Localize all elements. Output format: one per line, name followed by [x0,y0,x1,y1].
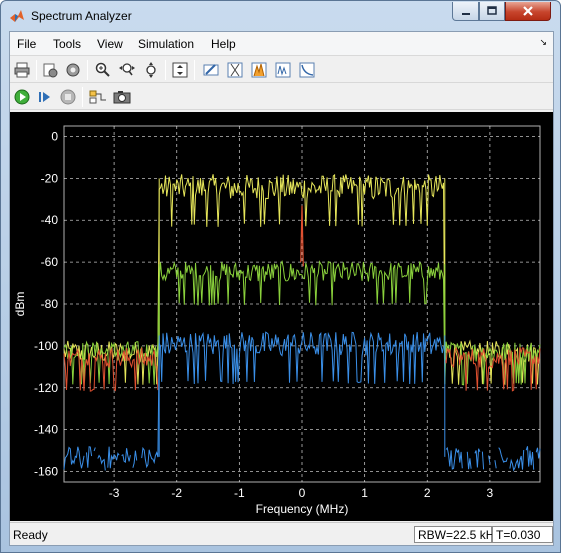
cursor-measurements-icon [227,62,243,78]
configure-properties-button[interactable] [40,60,60,80]
y-tick-label: 0 [51,129,58,143]
status-bar: Ready RBW=22.5 kHz T=0.030 [10,522,553,545]
x-tick-label: 0 [299,486,306,500]
y-tick-label: -120 [34,381,58,395]
y-tick-label: -160 [34,465,58,479]
toolbar-main [10,57,553,83]
spectrum-chart[interactable]: -3 -2 -1 0 1 2 30-20-40-60-80-100-120-140-160 … [10,112,553,521]
grid [64,126,540,482]
measurements-icon [203,64,219,76]
peak-finder-button[interactable] [249,60,269,80]
highlight-block-button[interactable] [88,87,108,107]
toolbar-simulation [10,84,553,110]
tick-labels: -3 -2 -1 0 1 2 3 0 -20 -40 -60 -80 -100 -120 -140 -160 [34,129,494,500]
zoom-in-button[interactable] [93,60,113,80]
y-tick-label: -80 [41,297,59,311]
y-tick-label: -140 [34,423,58,437]
ccdf-icon [299,62,315,78]
print-button[interactable] [12,60,32,80]
stop-icon [60,89,76,105]
x-tick-label: 3 [487,486,494,500]
measurements-button[interactable] [201,60,221,80]
traces [63,173,541,472]
close-icon [523,6,533,16]
x-tick-label: -1 [234,486,245,500]
menu-simulation[interactable]: Simulation [138,37,194,51]
spectrum-analyzer-window: Spectrum Analyzer File Tools View Simula… [0,0,561,553]
rbw-readout: RBW=22.5 kHz [414,526,500,543]
settings-button[interactable] [63,60,83,80]
peak-finder-icon [251,62,267,78]
zoom-y-button[interactable] [141,60,161,80]
ccdf-button[interactable] [297,60,317,80]
snapshot-button[interactable] [112,87,132,107]
maximize-button[interactable] [479,2,505,21]
distortion-button[interactable] [273,60,293,80]
title-bar[interactable]: Spectrum Analyzer [1,1,560,31]
close-button[interactable] [505,2,551,21]
dock-arrow-icon[interactable]: ↘ [539,37,547,48]
menu-bar: File Tools View Simulation Help ↘ [10,32,553,56]
print-icon [14,62,30,78]
y-axis-label: dBm [13,292,27,317]
zoom-x-icon [119,63,135,76]
autoscale-icon [172,62,188,78]
menu-tools[interactable]: Tools [53,37,81,51]
configure-properties-icon [43,63,58,78]
y-tick-label: -100 [34,339,58,353]
x-tick-label: 2 [424,486,431,500]
step-forward-icon [39,92,50,102]
menu-view[interactable]: View [97,37,123,51]
step-forward-button[interactable] [35,87,55,107]
zoom-y-icon [146,62,156,78]
x-axis-label: Frequency (MHz) [256,502,349,516]
matlab-logo-icon [10,10,24,22]
settings-icon [66,63,80,77]
stop-button[interactable] [58,87,78,107]
autoscale-button[interactable] [170,60,190,80]
zoom-x-button[interactable] [117,60,137,80]
client-area: File Tools View Simulation Help ↘ -3 -2 … [9,31,554,546]
status-text: Ready [13,528,48,542]
distortion-icon [275,62,291,78]
menu-help[interactable]: Help [211,37,236,51]
snapshot-icon [113,91,131,104]
y-tick-label: -40 [41,213,59,227]
run-icon [14,89,30,105]
minimize-button[interactable] [452,2,479,21]
zoom-in-icon [95,62,110,77]
x-tick-label: -3 [109,486,120,500]
window-title: Spectrum Analyzer [31,9,132,23]
cursor-measurements-button[interactable] [225,60,245,80]
time-readout: T=0.030 [492,526,553,543]
y-tick-label: -60 [41,255,59,269]
maximize-icon [487,6,497,15]
menu-file[interactable]: File [17,37,36,51]
run-button[interactable] [12,87,32,107]
x-tick-label: 1 [361,486,368,500]
minimize-icon [461,13,470,15]
x-tick-label: -2 [171,486,182,500]
highlight-block-icon [89,90,106,104]
y-tick-label: -20 [41,171,59,185]
plot-panel[interactable]: -3 -2 -1 0 1 2 3 0 -20 -40 -60 -80 -100 -120 -140 -160 … [10,112,553,521]
